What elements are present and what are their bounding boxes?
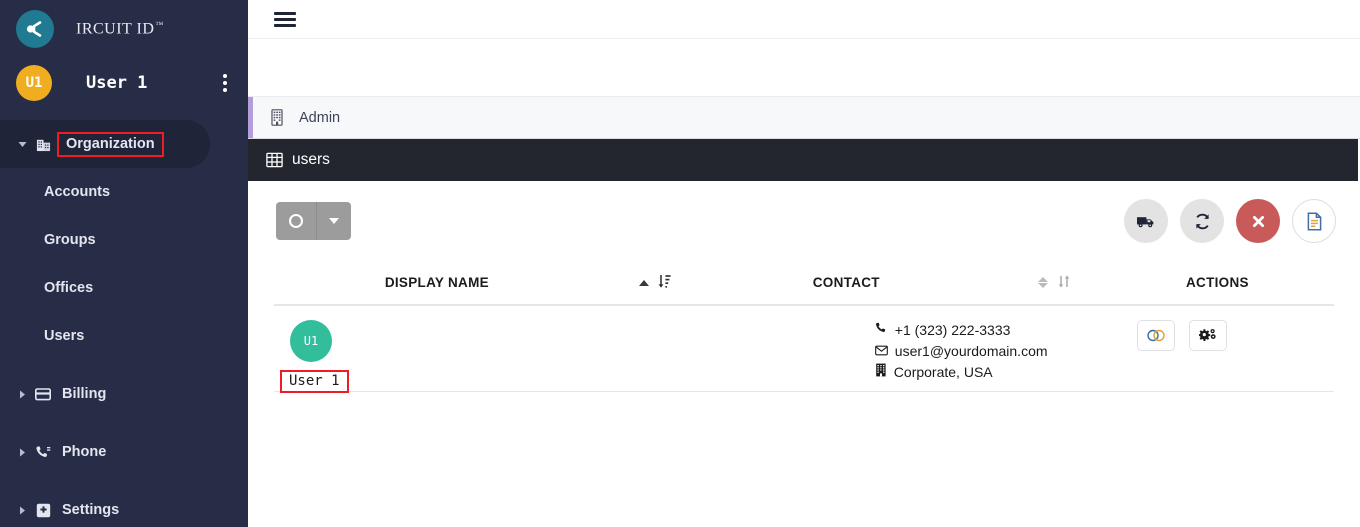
contact-office: Corporate, USA — [875, 362, 1101, 383]
brand-name: IRCUIT ID™ — [76, 19, 164, 38]
table-row[interactable]: U1 User 1 +1 (323) 222-3333 user1@yourdo… — [274, 305, 1334, 393]
sidebar-item-label: Offices — [44, 280, 94, 296]
sidebar-item-phone[interactable]: Phone — [0, 428, 248, 476]
sidebar-item-label: Billing — [62, 386, 107, 402]
sidebar-item-accounts[interactable]: Accounts — [0, 168, 248, 216]
trademark-symbol: ™ — [155, 19, 164, 29]
sort-control-contact[interactable] — [1037, 274, 1071, 292]
sidebar-item-label: Phone — [62, 444, 107, 460]
contact-phone: +1 (323) 222-3333 — [875, 320, 1101, 341]
avatar: U1 — [16, 65, 52, 101]
sidebar-item-users[interactable]: Users — [0, 312, 248, 360]
cell-contact: +1 (323) 222-3333 user1@yourdomain.com C… — [782, 305, 1101, 392]
toggle-circles-icon[interactable] — [1136, 320, 1175, 351]
circle-outline-icon[interactable] — [276, 202, 316, 240]
contact-list: +1 (323) 222-3333 user1@yourdomain.com C… — [783, 320, 1101, 383]
document-icon[interactable] — [1292, 199, 1336, 243]
column-label: CONTACT — [812, 275, 880, 290]
gears-icon[interactable] — [1189, 320, 1228, 351]
sort-unsorted-icon — [1037, 277, 1048, 288]
chevron-down-icon[interactable] — [317, 202, 351, 240]
sidebar-user[interactable]: U1 User 1 — [0, 58, 248, 108]
email-value: user1@yourdomain.com — [894, 343, 1048, 359]
phone-value: +1 (323) 222-3333 — [894, 322, 1011, 338]
phone-icon — [875, 320, 888, 341]
table-header-row: DISPLAY NAME CONTACT ACTIONS — [274, 261, 1334, 306]
column-header-display-name[interactable]: DISPLAY NAME — [274, 261, 783, 306]
hamburger-icon[interactable] — [274, 11, 296, 27]
sidebar-item-label: Organization — [57, 131, 164, 157]
panel-header: users — [248, 139, 1358, 181]
column-label: ACTIONS — [1185, 275, 1249, 290]
sort-control-display-name[interactable] — [638, 274, 672, 292]
credit-card-icon — [30, 387, 56, 401]
envelope-icon — [874, 341, 888, 362]
chevron-right-icon — [14, 448, 30, 457]
users-table: DISPLAY NAME CONTACT ACTIONS U1 User 1 +… — [274, 261, 1334, 393]
avatar: U1 — [290, 320, 332, 362]
sidebar-item-settings[interactable]: Settings — [0, 486, 248, 527]
chevron-down-icon — [14, 141, 30, 148]
content-spacer — [248, 39, 1360, 96]
sort-updown-icon — [1057, 274, 1071, 292]
sidebar-item-label: Users — [44, 328, 85, 344]
toolbar — [248, 181, 1360, 261]
column-header-actions: ACTIONS — [1100, 261, 1334, 306]
chevron-right-icon — [14, 390, 30, 399]
column-header-contact[interactable]: CONTACT — [782, 261, 1101, 306]
sidebar-item-groups[interactable]: Groups — [0, 216, 248, 264]
contact-email: user1@yourdomain.com — [874, 341, 1101, 362]
brand[interactable]: IRCUIT ID™ — [0, 0, 248, 58]
sidebar-item-offices[interactable]: Offices — [0, 264, 248, 312]
sidebar-item-label: Groups — [44, 232, 96, 248]
sort-ascending-icon — [638, 279, 649, 286]
status-split-button[interactable] — [276, 202, 351, 240]
app-root: IRCUIT ID™ U1 User 1 Organization Accoun… — [0, 0, 1360, 527]
sidebar: IRCUIT ID™ U1 User 1 Organization Accoun… — [0, 0, 248, 527]
close-x-icon[interactable] — [1236, 199, 1280, 243]
sidebar-item-label: Accounts — [44, 184, 111, 200]
toolbar-actions — [1124, 199, 1336, 243]
table-head: DISPLAY NAME CONTACT ACTIONS — [274, 261, 1334, 306]
display-name-value: User 1 — [280, 370, 349, 393]
building-icon — [270, 109, 285, 126]
column-label: DISPLAY NAME — [384, 275, 489, 290]
panel-title: users — [292, 151, 330, 168]
building-icon — [875, 362, 887, 383]
chevron-right-icon — [14, 506, 30, 515]
sidebar-item-label: Settings — [62, 502, 120, 518]
sidebar-user-name: User 1 — [86, 73, 148, 93]
phone-icon — [30, 445, 56, 460]
refresh-icon[interactable] — [1180, 199, 1224, 243]
kebab-menu-icon[interactable] — [216, 74, 234, 92]
office-value: Corporate, USA — [893, 364, 993, 380]
table-body: U1 User 1 +1 (323) 222-3333 user1@yourdo… — [274, 305, 1334, 393]
users-table-wrap: DISPLAY NAME CONTACT ACTIONS U1 User 1 +… — [248, 261, 1360, 393]
main-content: Admin users DISPLAY NAME CONTACT ACTIONS… — [248, 0, 1360, 527]
circuit-logo-icon — [16, 10, 54, 48]
settings-gear-icon — [30, 503, 56, 518]
organization-icon — [30, 137, 56, 152]
cell-display-name: U1 User 1 — [274, 305, 783, 393]
cell-actions — [1100, 305, 1334, 392]
breadcrumb-label: Admin — [299, 109, 341, 126]
table-grid-icon — [266, 152, 283, 168]
sidebar-item-billing[interactable]: Billing — [0, 370, 248, 418]
top-bar — [248, 0, 1360, 39]
sidebar-item-organization[interactable]: Organization — [0, 120, 210, 168]
sort-list-icon — [658, 274, 672, 292]
truck-icon[interactable] — [1124, 199, 1168, 243]
sidebar-nav: Organization Accounts Groups Offices Use… — [0, 120, 248, 527]
breadcrumb[interactable]: Admin — [248, 96, 1360, 139]
